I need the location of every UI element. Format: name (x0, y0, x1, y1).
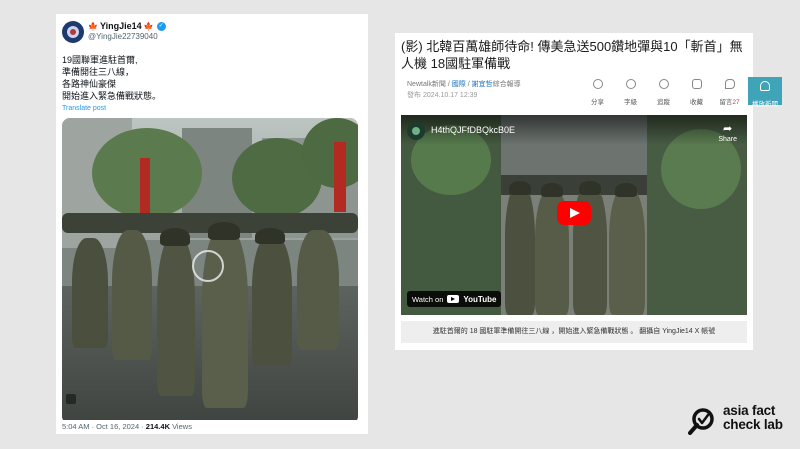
channel-avatar[interactable] (407, 122, 425, 140)
asia-fact-check-lab-logo: asia fact check lab (688, 403, 798, 439)
logo-line-1: asia fact (723, 403, 776, 418)
watch-on-youtube-button[interactable]: Watch on YouTube (407, 291, 502, 307)
follow-label: 追蹤 (657, 99, 670, 106)
article-byline: Newtalk新聞 / 國際 / 謝宜哲綜合報導 (407, 80, 521, 89)
video-share-label: Share (718, 136, 737, 143)
translate-post-link[interactable]: Translate post (62, 104, 106, 113)
comment-label: 留言 (719, 99, 733, 106)
youtube-logo-icon (447, 295, 460, 303)
share-label: 分享 (591, 99, 604, 106)
author-avatar[interactable] (62, 21, 84, 43)
publish-date: 發布 2024.10.17 12:39 (407, 92, 478, 99)
tweet-footer: 5:04 AM · Oct 16, 2024 · 214.4K Views (56, 420, 368, 434)
bookmark-icon (691, 79, 702, 89)
tweet-text-line: 各路神仙豪傑 (62, 79, 117, 89)
views-count: 214.4K (145, 422, 170, 431)
watch-on-label: Watch on (412, 294, 444, 304)
magnifier-logo-icon (688, 408, 714, 435)
views-label: Views (169, 422, 192, 431)
tweet-media-image[interactable] (62, 118, 358, 424)
video-share-button[interactable]: ➦ Share (718, 123, 737, 144)
tweet-text: 19國聯軍進駐首爾, 準備開往三八線， 各路神仙豪傑 開始進入緊急備戰狀態。 (62, 54, 161, 102)
author-link[interactable]: 謝宜哲 (472, 81, 493, 88)
tweet-text-line: 19國聯軍進駐首爾, (62, 55, 138, 65)
share-button[interactable]: 分享 (581, 79, 614, 106)
maple-leaf-icon: 🍁 (143, 21, 154, 31)
youtube-play-icon[interactable] (557, 201, 591, 225)
follow-icon (658, 79, 669, 89)
share-icon (592, 79, 603, 89)
author-name-row[interactable]: 🍁 YingJie14 🍁 ✓ (88, 21, 166, 32)
category-link[interactable]: 國際 (452, 81, 466, 88)
tweet-card: 🍁 YingJie14 🍁 ✓ @YingJie22739040 19國聯軍進駐… (56, 14, 368, 434)
video-title[interactable]: H4thQJFfDBQkcB0E (431, 125, 515, 136)
source-name: Newtalk新聞 (407, 81, 446, 88)
bookmark-button[interactable]: 收藏 (680, 79, 713, 106)
play-news-label: 播放新聞 (752, 101, 778, 108)
author-suffix: 綜合報導 (492, 81, 521, 88)
author-handle[interactable]: @YingJie22739040 (88, 32, 158, 42)
play-news-button[interactable]: 播放新聞 (748, 77, 782, 108)
font-size-icon (625, 79, 636, 89)
news-article-card: (影) 北韓百萬雄師待命! 傳美急送500鑽地彈與10「斬首」無人機 18國駐軍… (395, 33, 782, 350)
comment-icon (724, 79, 735, 89)
maple-leaf-icon: 🍁 (88, 21, 98, 31)
tweet-text-line: 開始進入緊急備戰狀態。 (62, 91, 162, 101)
bookmark-label: 收藏 (690, 99, 703, 106)
follow-button[interactable]: 追蹤 (647, 79, 680, 106)
author-name[interactable]: YingJie14 (100, 21, 142, 32)
article-title: (影) 北韓百萬雄師待命! 傳美急送500鑽地彈與10「斬首」無人機 18國駐軍… (401, 39, 743, 71)
font-size-button[interactable]: 字級 (614, 79, 647, 106)
embedded-youtube-video[interactable]: H4thQJFfDBQkcB0E ➦ Share Watch on YouTub… (401, 115, 747, 315)
tweet-timestamp[interactable]: 5:04 AM · Oct 16, 2024 · (62, 422, 146, 431)
headphones-icon (760, 81, 770, 91)
font-size-label: 字級 (624, 99, 637, 106)
comment-button[interactable]: 留言27 (713, 79, 746, 106)
video-caption: 進駐首爾的 18 國駐軍準備開往三八線 ，開始進入緊急備戰狀態 。 翻攝自 Yi… (401, 321, 747, 343)
comment-count: 27 (732, 99, 740, 106)
logo-line-2: check lab (723, 417, 783, 432)
share-arrow-icon: ➦ (723, 123, 733, 135)
tweet-text-line: 準備開往三八線， (62, 67, 135, 77)
youtube-label: YouTube (463, 294, 497, 304)
verified-badge-icon: ✓ (156, 22, 166, 31)
article-toolbar: 分享 字級 追蹤 收藏 留言27 播放新聞 (581, 77, 782, 108)
